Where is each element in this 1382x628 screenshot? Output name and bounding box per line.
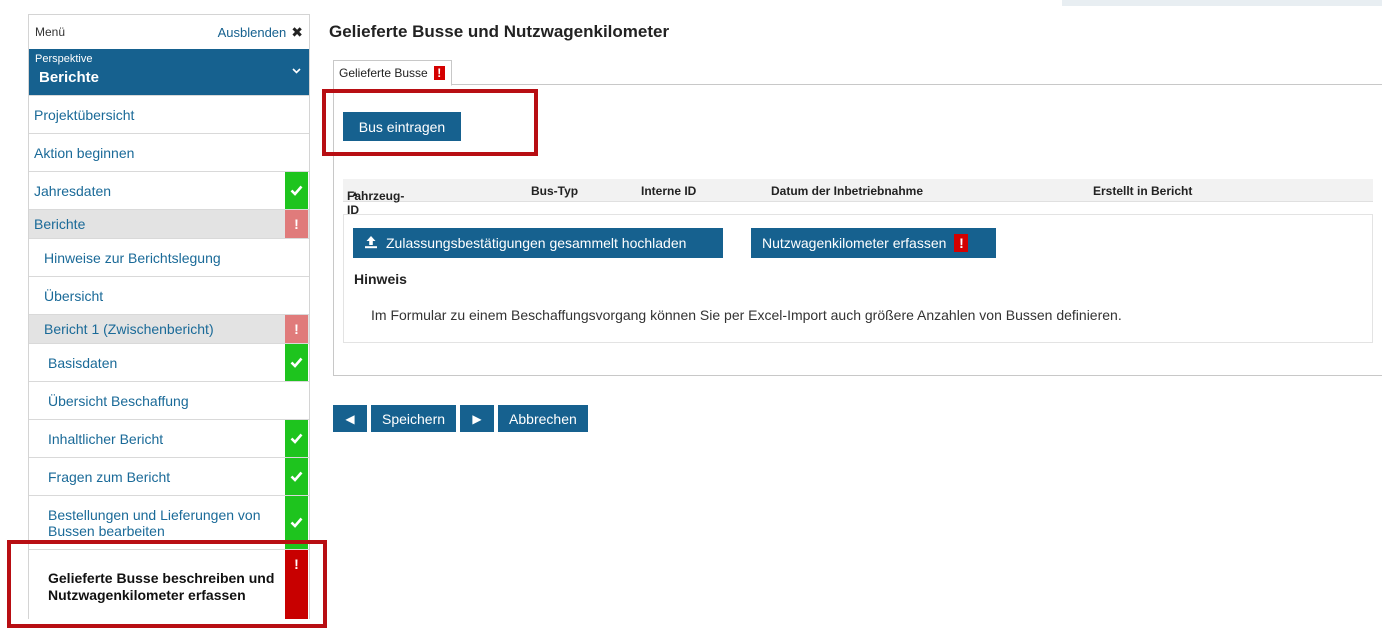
close-icon: ✖ xyxy=(291,23,303,40)
perspective-value: Berichte xyxy=(39,69,100,86)
sidebar-item-label: Bericht 1 (Zwischenbericht) xyxy=(44,321,214,337)
exclamation-icon: ! xyxy=(954,234,969,252)
record-km-label: Nutzwagenkilometer erfassen xyxy=(762,235,947,251)
upload-icon xyxy=(364,235,378,252)
sidebar-item-fragen-zum-bericht[interactable]: Fragen zum Bericht xyxy=(29,457,309,495)
sidebar-menu: Menü Ausblenden ✖ Perspektive Berichte P… xyxy=(28,14,310,619)
next-button[interactable]: ▶ xyxy=(460,405,495,432)
arrow-left-icon: ◀ xyxy=(345,411,355,426)
record-km-button[interactable]: Nutzwagenkilometer erfassen ! xyxy=(751,228,996,258)
exclamation-icon: ! xyxy=(285,315,308,343)
sidebar-item-projektuebersicht[interactable]: Projektübersicht xyxy=(29,95,309,133)
sidebar-item-gelieferte-busse[interactable]: Gelieferte Busse beschreiben und Nutzwag… xyxy=(29,549,309,619)
menu-title: Menü xyxy=(35,25,66,39)
sidebar-item-inhaltlicher-bericht[interactable]: Inhaltlicher Bericht xyxy=(29,419,309,457)
sidebar-item-label: Jahresdaten xyxy=(34,182,112,199)
sidebar-item-hinweise[interactable]: Hinweise zur Berichtslegung xyxy=(29,238,309,276)
sidebar-item-label: Gelieferte Busse beschreiben und Nutzwag… xyxy=(48,569,275,603)
top-strip xyxy=(1062,0,1382,6)
check-icon xyxy=(285,496,308,549)
exclamation-icon: ! xyxy=(285,210,308,238)
tab-bar: Gelieferte Busse ! xyxy=(333,60,1382,86)
perspective-select[interactable]: Perspektive Berichte xyxy=(29,49,309,95)
sidebar-item-bericht-1[interactable]: Bericht 1 (Zwischenbericht) ! xyxy=(29,314,309,343)
arrow-right-icon: ▶ xyxy=(472,411,482,426)
sidebar-item-label: Inhaltlicher Bericht xyxy=(48,430,164,447)
exclamation-icon: ! xyxy=(285,550,308,619)
chevron-down-icon xyxy=(292,65,301,77)
table-header: Fahrzeug-ID ▲ Bus-Typ Interne ID Datum de… xyxy=(343,179,1373,217)
page-title: Gelieferte Busse und Nutzwagenkilometer xyxy=(329,22,670,41)
column-header-erstellt[interactable]: Erstellt in Bericht xyxy=(1093,184,1192,198)
hint-text: Im Formular zu einem Beschaffungsvorgang… xyxy=(371,307,1122,323)
sidebar-item-label: Basisdaten xyxy=(48,354,118,371)
hide-menu-button[interactable]: Ausblenden ✖ xyxy=(218,24,303,41)
sidebar-item-uebersicht-beschaffung[interactable]: Übersicht Beschaffung xyxy=(29,381,309,419)
check-icon xyxy=(285,172,308,209)
sidebar-item-label: Hinweise zur Berichtslegung xyxy=(44,249,221,266)
sidebar-item-label: Übersicht xyxy=(44,287,104,304)
perspective-label: Perspektive xyxy=(35,53,93,65)
column-header-datum[interactable]: Datum der Inbetriebnahme xyxy=(771,184,923,198)
sidebar-item-label: Aktion beginnen xyxy=(34,144,135,161)
sidebar-item-uebersicht[interactable]: Übersicht xyxy=(29,276,309,314)
check-icon xyxy=(285,344,308,381)
sidebar-item-aktion-beginnen[interactable]: Aktion beginnen xyxy=(29,133,309,171)
hint-title: Hinweis xyxy=(354,271,407,287)
exclamation-icon: ! xyxy=(433,66,445,80)
sidebar-item-label: Berichte xyxy=(34,216,86,232)
check-icon xyxy=(285,420,308,457)
add-bus-button[interactable]: Bus eintragen xyxy=(343,112,461,141)
upload-label: Zulassungsbestätigungen gesammelt hochla… xyxy=(386,235,687,251)
column-header-interne-id[interactable]: Interne ID xyxy=(641,184,696,198)
sidebar-item-label: Bestellungen und Lieferungen von Bussen … xyxy=(48,506,261,539)
sidebar-item-jahresdaten[interactable]: Jahresdaten xyxy=(29,171,309,209)
sort-asc-icon: ▲ xyxy=(351,189,359,198)
column-header-bus-typ[interactable]: Bus-Typ xyxy=(531,184,578,198)
hide-menu-label: Ausblenden xyxy=(217,24,287,40)
menu-header: Menü Ausblenden ✖ xyxy=(29,15,309,49)
sidebar-item-label: Übersicht Beschaffung xyxy=(48,392,189,409)
save-button[interactable]: Speichern xyxy=(371,405,457,432)
tab-gelieferte-busse[interactable]: Gelieferte Busse ! xyxy=(333,60,452,86)
sidebar-item-berichte[interactable]: Berichte ! xyxy=(29,209,309,238)
sidebar-item-basisdaten[interactable]: Basisdaten xyxy=(29,343,309,381)
upload-confirmations-button[interactable]: Zulassungsbestätigungen gesammelt hochla… xyxy=(353,228,723,258)
sidebar-item-label: Fragen zum Bericht xyxy=(48,468,171,485)
form-navigation: ◀ Speichern ▶ Abbrechen xyxy=(333,405,588,432)
prev-button[interactable]: ◀ xyxy=(333,405,367,432)
sidebar-item-bestellungen[interactable]: Bestellungen und Lieferungen von Bussen … xyxy=(29,495,309,549)
tab-label: Gelieferte Busse xyxy=(339,66,428,80)
check-icon xyxy=(285,458,308,495)
sidebar-item-label: Projektübersicht xyxy=(34,106,135,123)
cancel-button[interactable]: Abbrechen xyxy=(498,405,588,432)
